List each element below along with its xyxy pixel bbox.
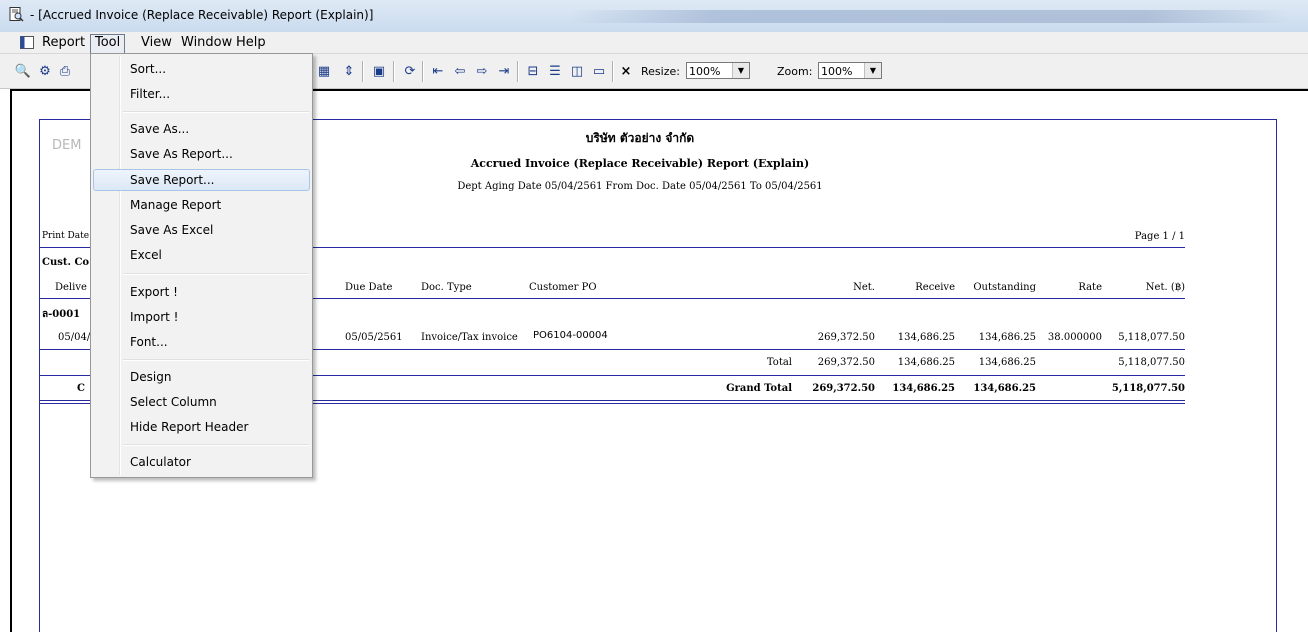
row-rate: 38.000000: [1047, 332, 1102, 343]
toolbar-separator: [393, 61, 395, 82]
total-net: 269,372.50: [817, 357, 875, 368]
menu-item-excel[interactable]: Excel: [93, 244, 310, 266]
title-bar: - [Accrued Invoice (Replace Receivable) …: [0, 0, 1308, 32]
report-title: Accrued Invoice (Replace Receivable) Rep…: [470, 157, 810, 170]
print-icon[interactable]: ⎙: [56, 63, 74, 80]
menu-item-select-column[interactable]: Select Column: [93, 391, 310, 413]
menu-window[interactable]: Window: [177, 34, 236, 52]
row-date: 05/04/: [58, 332, 91, 343]
menu-item-save-as[interactable]: Save As...: [93, 118, 310, 140]
report-subtitle: Dept Aging Date 05/04/2561 From Doc. Dat…: [457, 181, 823, 192]
grand-total-net: 269,372.50: [812, 383, 875, 394]
row-doc-type: Invoice/Tax invoice: [421, 332, 518, 343]
menu-item-hide-report-header[interactable]: Hide Report Header: [93, 416, 310, 438]
preview-icon[interactable]: 🔍: [14, 63, 32, 80]
menu-item-filter[interactable]: Filter...: [93, 83, 310, 105]
menu-item-import[interactable]: Import !: [93, 306, 310, 328]
resize-value: 100%: [689, 65, 721, 78]
toolbar-separator: [422, 61, 424, 82]
row-net: 269,372.50: [817, 332, 875, 343]
menu-item-save-as-report[interactable]: Save As Report...: [93, 143, 310, 165]
col-receive: Receive: [915, 282, 955, 293]
menu-help[interactable]: Help: [232, 34, 270, 52]
menu-item-sort[interactable]: Sort...: [93, 58, 310, 80]
menu-separator: [123, 359, 309, 361]
company-name: บริษัท ตัวอย่าง จำกัด: [585, 131, 695, 145]
report-preview-icon: [9, 7, 24, 22]
tree-view-icon[interactable]: ⊟: [524, 63, 542, 80]
blurred-title-region: [570, 10, 1290, 23]
calculator-icon[interactable]: ▣: [370, 63, 388, 80]
menu-item-calculator[interactable]: Calculator: [93, 451, 310, 473]
col-rate: Rate: [1078, 282, 1102, 293]
page-number: Page 1 / 1: [1134, 231, 1185, 242]
row-customer-po: PO6104-00004: [533, 330, 608, 341]
col-net: Net.: [853, 282, 875, 293]
last-page-icon[interactable]: ⇥: [495, 63, 513, 80]
toolbar-separator: [517, 61, 519, 82]
menu-separator: [123, 444, 309, 446]
total-receive: 134,686.25: [897, 357, 955, 368]
fit-height-icon[interactable]: ⇕: [340, 63, 358, 80]
resize-label: Resize:: [641, 65, 680, 78]
grand-total-label: Grand Total: [726, 383, 792, 394]
menu-separator: [123, 273, 309, 275]
row-outstanding: 134,686.25: [978, 332, 1036, 343]
chevron-down-icon[interactable]: ▼: [864, 63, 881, 78]
company-logo-text: DEM: [52, 138, 82, 153]
toolbar-separator: [612, 61, 614, 82]
print-date-label: Print Date: [42, 231, 90, 241]
row-receive: 134,686.25: [897, 332, 955, 343]
grand-total-net-baht: 5,118,077.50: [1111, 383, 1185, 394]
zoom-select[interactable]: 100% ▼: [818, 62, 882, 79]
row-net-baht: 5,118,077.50: [1118, 332, 1185, 343]
grand-total-receive: 134,686.25: [892, 383, 955, 394]
previous-page-icon[interactable]: ⇦: [451, 63, 469, 80]
grand-total-left-label: C: [77, 383, 85, 394]
menu-separator: [123, 111, 309, 113]
total-net-baht: 5,118,077.50: [1118, 357, 1185, 368]
toolbar-separator: [362, 61, 364, 82]
menu-item-save-as-excel[interactable]: Save As Excel: [93, 219, 310, 241]
rows-icon[interactable]: ☰: [546, 63, 564, 80]
customer-code-label: Cust. Co: [42, 257, 90, 268]
setup-icon[interactable]: ⚙: [36, 63, 54, 80]
group-code: ล-0001: [42, 309, 81, 320]
total-outstanding: 134,686.25: [978, 357, 1036, 368]
menu-item-design[interactable]: Design: [93, 366, 310, 388]
delivery-label: Delive: [55, 282, 87, 293]
window-title: - [Accrued Invoice (Replace Receivable) …: [30, 8, 374, 22]
col-outstanding: Outstanding: [973, 282, 1036, 293]
zoom-label: Zoom:: [777, 65, 813, 78]
menu-report[interactable]: Report: [38, 34, 89, 52]
col-doc-type: Doc. Type: [421, 282, 472, 293]
first-page-icon[interactable]: ⇤: [429, 63, 447, 80]
col-due-date: Due Date: [345, 282, 393, 293]
col-net-baht: Net. (฿): [1145, 282, 1185, 293]
document-window-icon[interactable]: [20, 36, 34, 49]
row-due-date: 05/05/2561: [345, 332, 403, 343]
total-label: Total: [766, 357, 792, 368]
close-report-icon[interactable]: ×: [617, 63, 635, 80]
col-customer-po: Customer PO: [529, 282, 597, 293]
menu-item-export[interactable]: Export !: [93, 281, 310, 303]
grand-total-outstanding: 134,686.25: [973, 383, 1036, 394]
columns-icon[interactable]: ◫: [568, 63, 586, 80]
zoom-value: 100%: [821, 65, 853, 78]
window-icon[interactable]: ▭: [590, 63, 608, 80]
menu-item-font[interactable]: Font...: [93, 331, 310, 353]
grid-icon[interactable]: ▦: [315, 63, 333, 80]
next-page-icon[interactable]: ⇨: [473, 63, 491, 80]
tool-menu: Sort... Filter... Save As... Save As Rep…: [90, 53, 313, 478]
resize-select[interactable]: 100% ▼: [686, 62, 750, 79]
refresh-icon[interactable]: ⟳: [401, 63, 419, 80]
chevron-down-icon[interactable]: ▼: [732, 63, 749, 78]
menu-tool[interactable]: Tool: [90, 34, 126, 54]
menu-view[interactable]: View: [137, 34, 176, 52]
menu-item-save-report[interactable]: Save Report...: [93, 169, 310, 191]
menu-item-manage-report[interactable]: Manage Report: [93, 194, 310, 216]
